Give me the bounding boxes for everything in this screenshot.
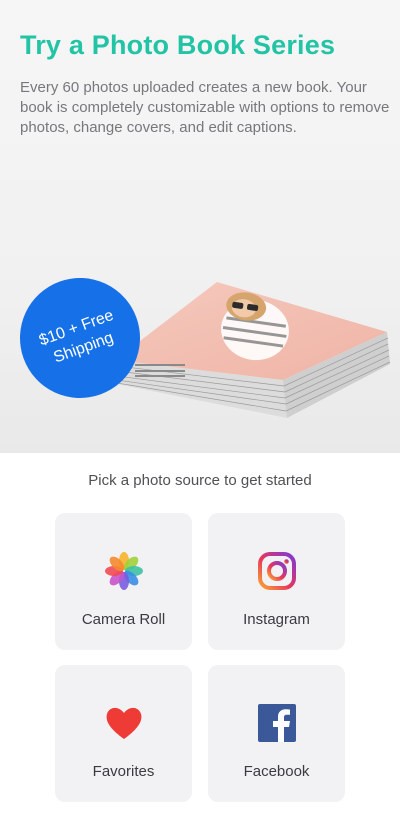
source-label-favorites: Favorites bbox=[92, 763, 155, 780]
source-tile-instagram[interactable]: Instagram bbox=[208, 513, 345, 650]
photo-book-stack-image bbox=[115, 282, 391, 418]
source-tile-camera-roll[interactable]: Camera Roll bbox=[55, 513, 192, 650]
hero-description: Every 60 photos uploaded creates a new b… bbox=[20, 79, 390, 136]
instagram-icon bbox=[257, 552, 296, 590]
source-tile-facebook[interactable]: Facebook bbox=[208, 665, 345, 802]
facebook-icon bbox=[257, 704, 296, 742]
heart-icon bbox=[106, 707, 141, 739]
price-badge-text: $10 + Free Shipping bbox=[36, 306, 116, 367]
photo-source-prompt: Pick a photo source to get started bbox=[88, 472, 312, 489]
hero-banner: Try a Photo Book Series Every 60 photos … bbox=[0, 0, 400, 453]
photos-flower-icon bbox=[104, 552, 143, 590]
hero-title: Try a Photo Book Series bbox=[20, 30, 336, 60]
source-label-camera-roll: Camera Roll bbox=[81, 611, 166, 628]
source-label-instagram: Instagram bbox=[243, 611, 310, 628]
source-label-facebook: Facebook bbox=[243, 763, 310, 780]
source-tile-favorites[interactable]: Favorites bbox=[55, 665, 192, 802]
